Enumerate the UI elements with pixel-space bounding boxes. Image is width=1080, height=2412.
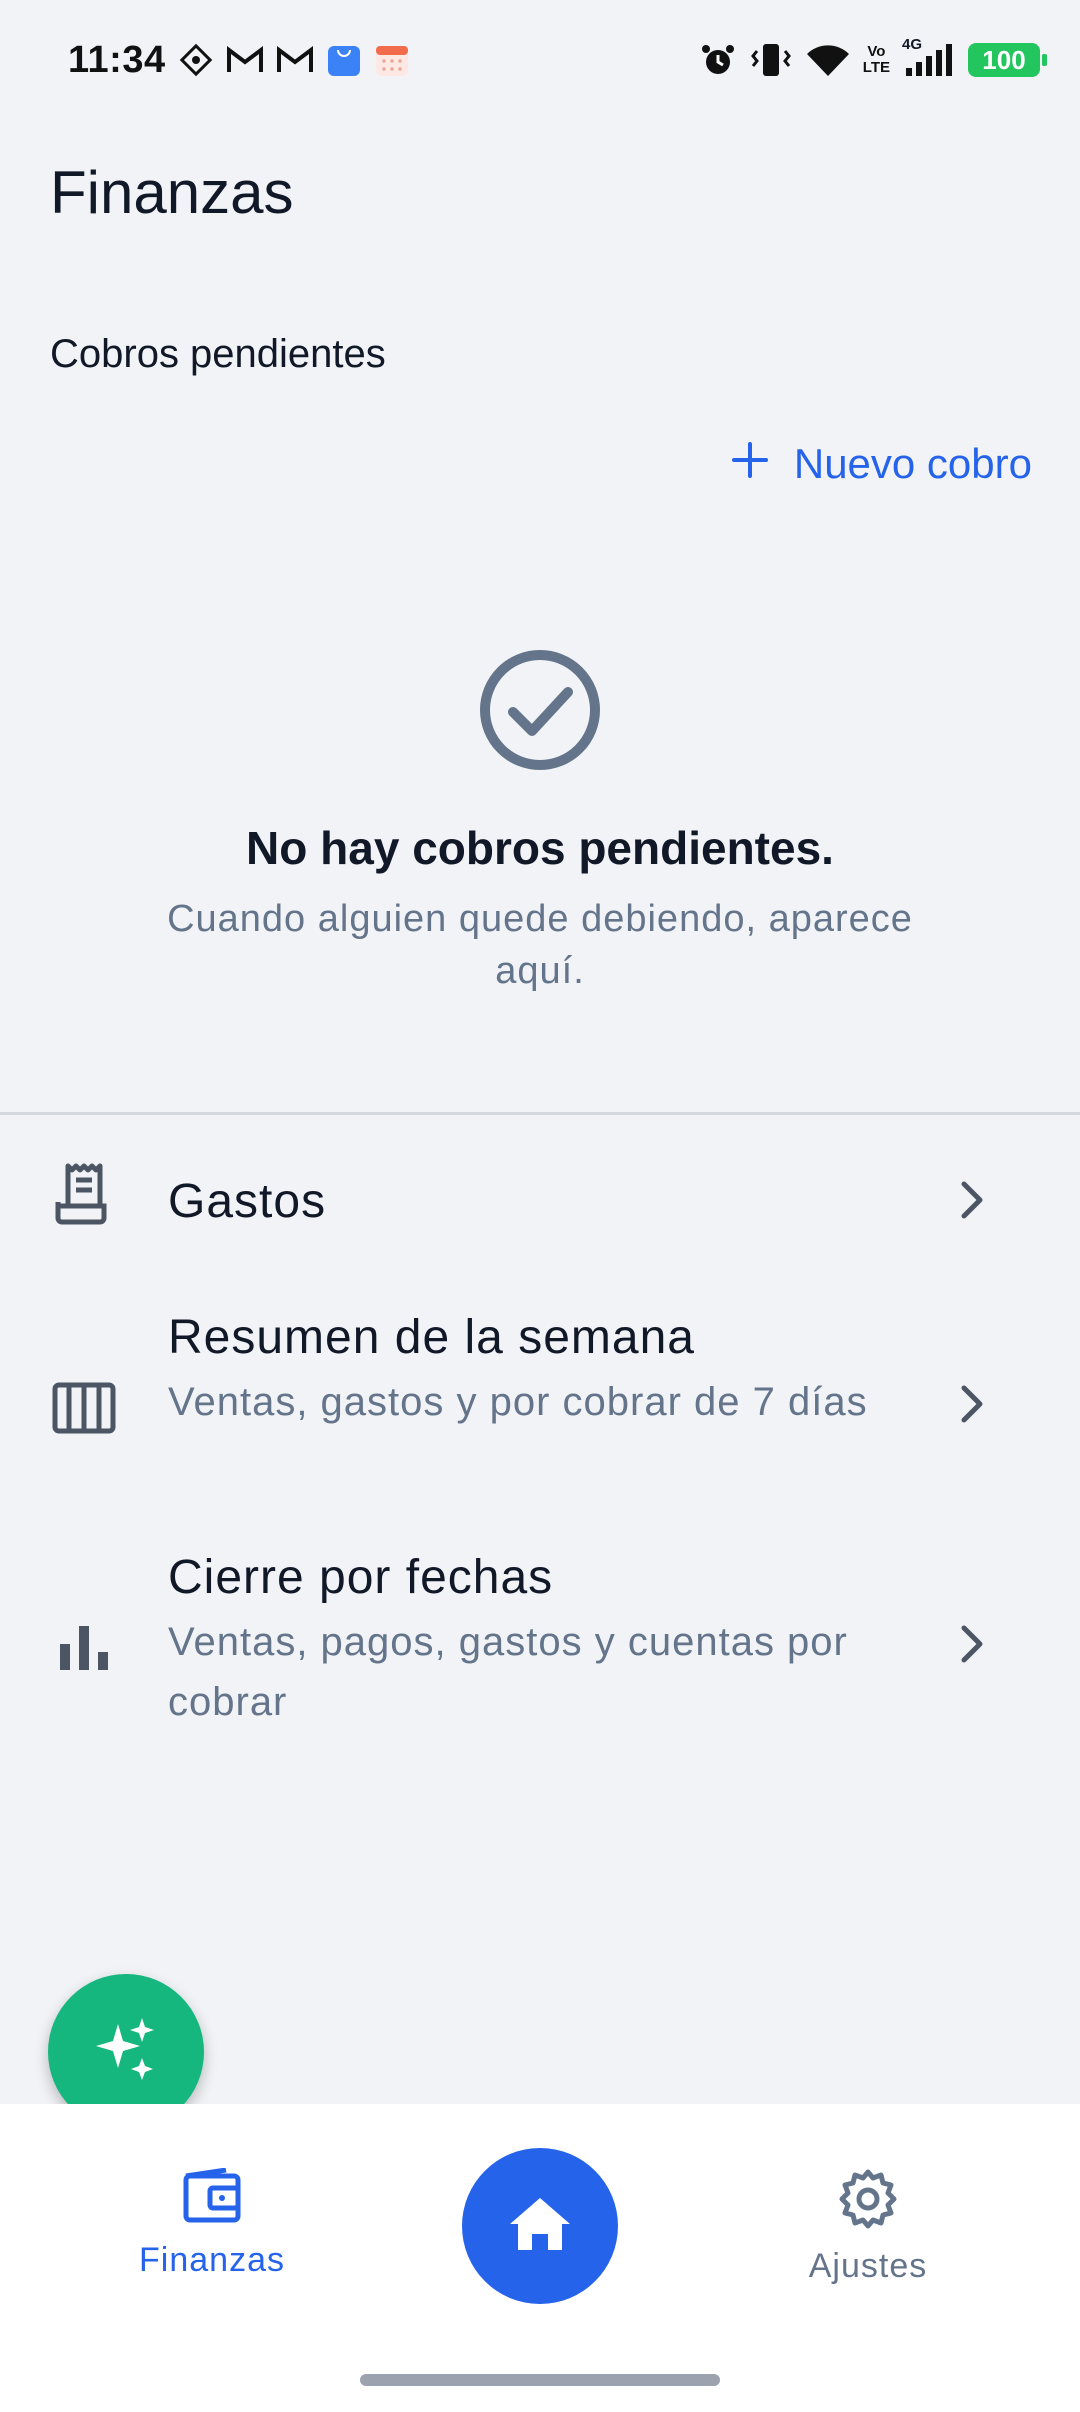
empty-state-title: No hay cobros pendientes. [246, 822, 834, 874]
vibrate-icon [749, 41, 793, 79]
sparkles-icon [90, 2014, 162, 2091]
empty-state-subtitle: Cuando alguien quede debiendo, aparece a… [167, 898, 913, 992]
menu-item-gastos[interactable]: Gastos [0, 1160, 1080, 1280]
page-title: Finanzas [50, 159, 294, 226]
volte-indicator: Vo LTE [863, 44, 890, 76]
status-right: Vo LTE 4G 100 [699, 36, 1047, 79]
bottom-navigation: Finanzas Ajustes [0, 2104, 1080, 2412]
nav-finanzas[interactable]: Finanzas [102, 2167, 322, 2280]
menu-title-cierre: Cierre por fechas [168, 1551, 554, 1604]
alarm-icon [699, 41, 737, 79]
gear-icon [837, 2168, 899, 2235]
menu-title-resumen: Resumen de la semana [168, 1311, 695, 1364]
calendar-week-icon [50, 1374, 118, 1442]
bar-chart-icon [50, 1614, 118, 1682]
menu-title-gastos: Gastos [168, 1175, 327, 1228]
plus-icon [731, 440, 768, 488]
store-app-icon [326, 42, 362, 78]
new-charge-button[interactable]: Nuevo cobro [731, 440, 1032, 488]
wallet-icon [182, 2167, 242, 2229]
receipt-icon [50, 1160, 118, 1228]
menu-subtitle-cierre: Ventas, pagos, gastos y cuentas por cobr… [168, 1620, 848, 1724]
nav-finanzas-label: Finanzas [139, 2241, 285, 2279]
volte-bottom: LTE [862, 59, 890, 76]
battery-indicator: 100 [968, 43, 1047, 77]
signal-icon: 4G [902, 36, 956, 78]
menu-text-gastos: Gastos [168, 1172, 868, 1232]
check-circle-icon [478, 648, 602, 777]
home-indicator-bar[interactable] [360, 2374, 720, 2386]
menu-text-resumen: Resumen de la semana Ventas, gastos y po… [168, 1308, 868, 1432]
gmail-icon-2 [276, 45, 314, 75]
status-bar: 11:34 Vo LTE 4G 100 [0, 0, 1080, 120]
menu-subtitle-resumen: Ventas, gastos y por cobrar de 7 días [168, 1380, 868, 1424]
chevron-right-icon [956, 1180, 990, 1220]
status-time: 11:34 [68, 38, 166, 81]
menu-item-cierre-fechas[interactable]: Cierre por fechas Ventas, pagos, gastos … [0, 1548, 1080, 1738]
calendar-app-icon [374, 42, 410, 78]
divider [0, 1112, 1080, 1115]
volte-top: Vo [867, 43, 886, 60]
signal-type: 4G [902, 36, 923, 53]
nav-ajustes-label: Ajustes [808, 2247, 928, 2285]
new-charge-label: Nuevo cobro [793, 440, 1032, 487]
menu-item-resumen-semana[interactable]: Resumen de la semana Ventas, gastos y po… [0, 1308, 1080, 1498]
chevron-right-icon [956, 1384, 990, 1424]
nav-ajustes[interactable]: Ajustes [758, 2168, 978, 2286]
home-icon [506, 2194, 574, 2259]
wifi-icon [805, 42, 851, 78]
status-left: 11:34 [68, 39, 410, 82]
diamond-app-icon [178, 42, 214, 78]
menu-text-cierre: Cierre por fechas Ventas, pagos, gastos … [168, 1548, 868, 1732]
home-button[interactable] [462, 2148, 618, 2304]
chevron-right-icon [956, 1624, 990, 1664]
section-label-pending: Cobros pendientes [50, 332, 386, 376]
empty-state: No hay cobros pendientes. Cuando alguien… [0, 648, 1080, 997]
gmail-icon [226, 45, 264, 75]
